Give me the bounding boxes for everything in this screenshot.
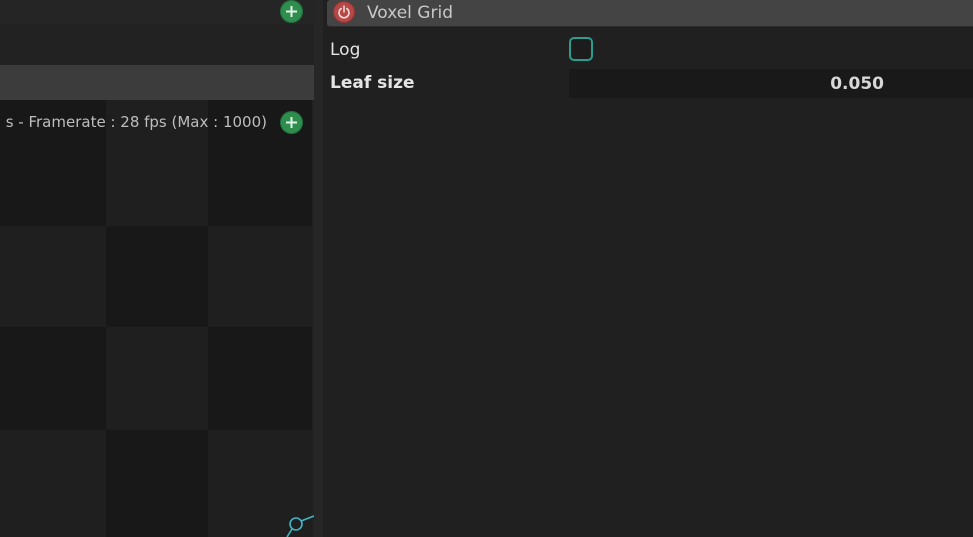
app-window: s - Framerate : 28 fps (Max : 1000) Voxe… bbox=[0, 0, 973, 537]
viewport-cell bbox=[106, 430, 208, 537]
plus-icon bbox=[286, 6, 297, 17]
log-label: Log bbox=[330, 40, 361, 60]
leaf-size-value: 0.050 bbox=[830, 74, 884, 94]
viewer-toolbar bbox=[0, 0, 314, 24]
filter-properties-panel: Voxel Grid Log Leaf size 0.050 bbox=[323, 0, 973, 537]
filter-header-voxel-grid[interactable]: Voxel Grid bbox=[327, 0, 973, 27]
axis-gizmo-icon[interactable] bbox=[282, 511, 314, 537]
framerate-status: s - Framerate : 28 fps (Max : 1000) bbox=[5, 113, 267, 131]
viewport-cell bbox=[208, 327, 312, 430]
panel-splitter[interactable] bbox=[314, 0, 323, 537]
viewer-section-header bbox=[0, 65, 314, 100]
power-toggle-button[interactable] bbox=[333, 1, 355, 23]
viewport-cell bbox=[208, 226, 312, 327]
log-checkbox[interactable] bbox=[569, 37, 593, 61]
leaf-size-label: Leaf size bbox=[330, 73, 415, 93]
3d-viewport[interactable] bbox=[0, 100, 312, 537]
add-button-top[interactable] bbox=[280, 0, 303, 23]
plus-icon bbox=[286, 117, 297, 128]
viewport-cell bbox=[106, 226, 208, 327]
power-icon bbox=[338, 5, 350, 19]
viewport-cell bbox=[0, 327, 106, 430]
viewport-cell bbox=[106, 327, 208, 430]
filter-title: Voxel Grid bbox=[367, 3, 453, 23]
add-button-viewport[interactable] bbox=[280, 111, 303, 134]
leaf-size-input[interactable]: 0.050 bbox=[569, 69, 973, 98]
viewport-cell bbox=[0, 226, 106, 327]
viewer-panel: s - Framerate : 28 fps (Max : 1000) bbox=[0, 0, 314, 537]
viewport-cell bbox=[0, 430, 106, 537]
